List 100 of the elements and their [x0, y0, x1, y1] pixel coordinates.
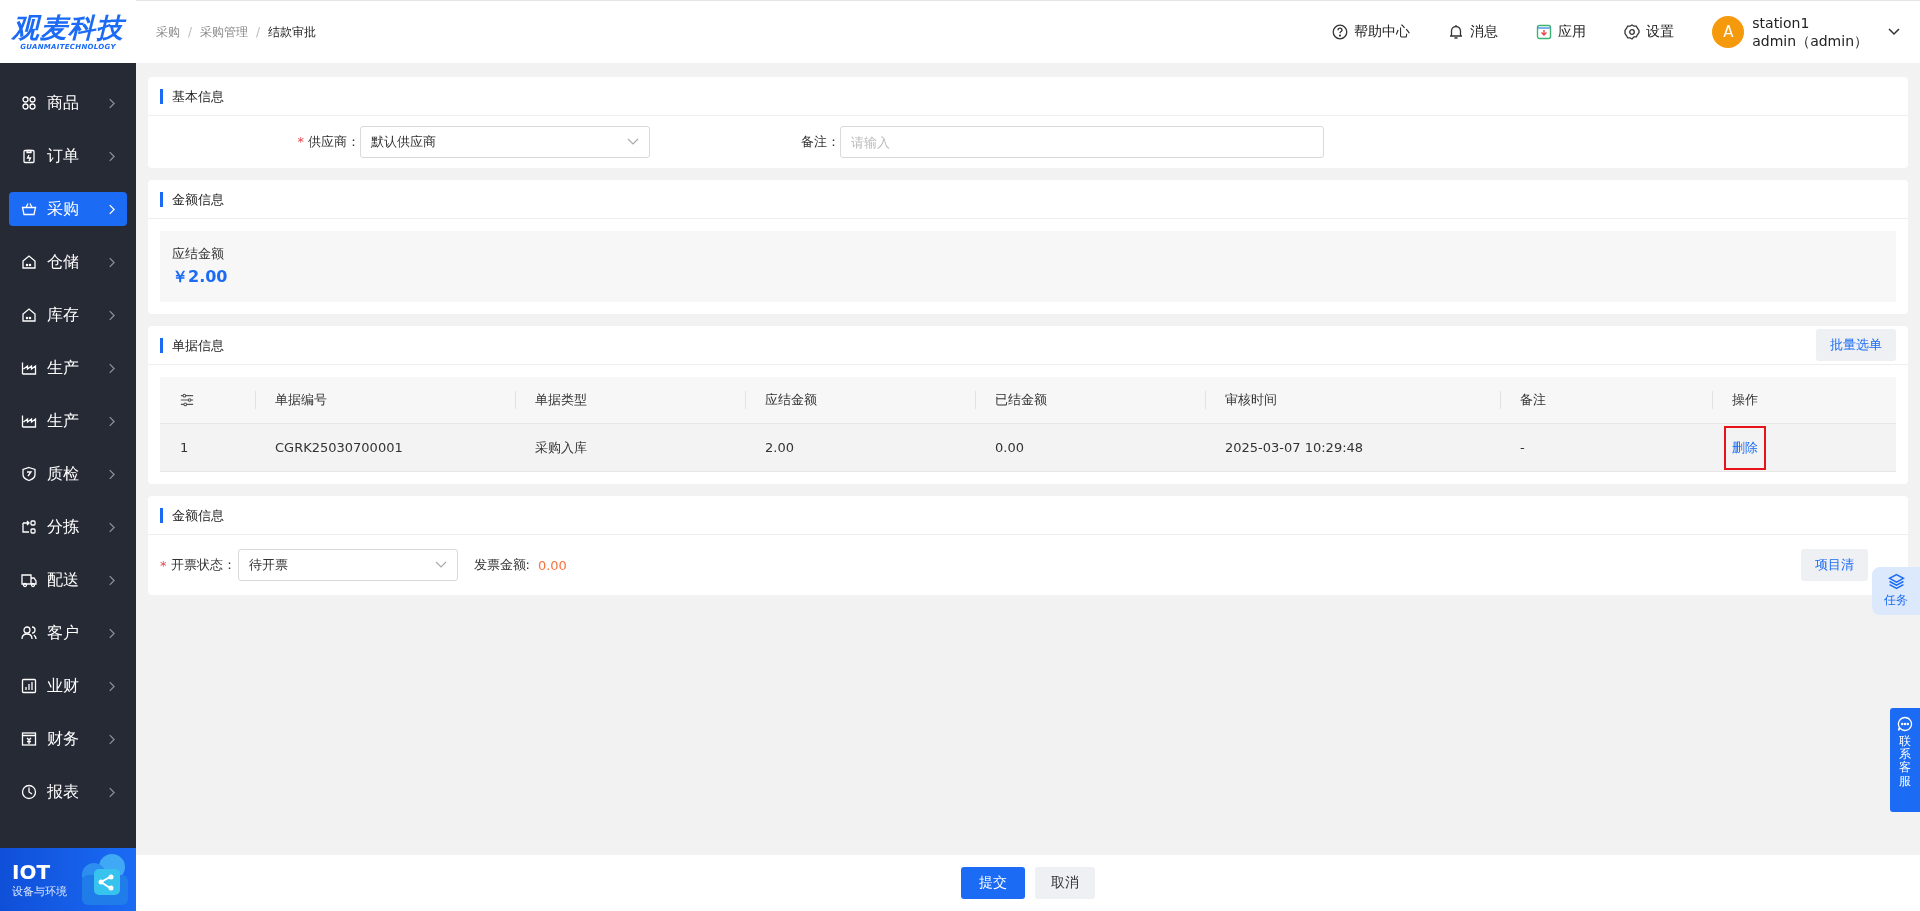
factory-icon — [21, 360, 37, 376]
chevron-right-icon — [108, 468, 115, 480]
sidebar-item[interactable]: 报表 — [9, 775, 127, 809]
download-icon — [1536, 24, 1553, 40]
table-cell: 采购入库 — [535, 438, 587, 457]
customer-service-button[interactable]: 联系客服 — [1890, 708, 1920, 812]
section-title: 基本信息 — [160, 88, 224, 104]
chevron-right-icon — [108, 415, 115, 427]
chevron-right-icon — [108, 256, 115, 268]
task-button[interactable]: 任务 — [1872, 567, 1920, 615]
chevron-right-icon — [108, 309, 115, 321]
amount-value: ￥2.00 — [172, 267, 229, 288]
remark-input[interactable]: 请输入 — [840, 126, 1324, 158]
sidebar-item[interactable]: 财务 — [9, 722, 127, 756]
basket-icon — [21, 201, 37, 217]
chevron-down-icon — [434, 561, 447, 569]
section-title: 金额信息 — [160, 191, 224, 207]
chevron-down-icon — [627, 138, 639, 146]
banner-title: IOT — [12, 860, 52, 884]
chevron-right-icon — [108, 203, 115, 215]
column-header: 应结金额 — [765, 391, 817, 409]
chevron-right-icon — [108, 362, 115, 374]
sidebar-item[interactable]: 库存 — [9, 298, 127, 332]
column-header: 操作 — [1732, 391, 1758, 409]
breadcrumb-separator: / — [256, 25, 261, 39]
invoice-amount: 0.00 — [537, 557, 567, 573]
table-cell: - — [1520, 440, 1525, 455]
header-link[interactable]: 应用 — [1536, 23, 1587, 41]
required-mark: * — [160, 557, 167, 573]
sidebar-item[interactable]: 质检 — [9, 457, 127, 491]
user-name: admin（admin） — [1752, 32, 1868, 50]
column-settings-icon[interactable] — [180, 393, 194, 407]
table-cell: CGRK25030700001 — [275, 440, 403, 455]
delete-link[interactable]: 删除 — [1724, 425, 1766, 470]
users-icon — [21, 625, 37, 641]
sidebar-item[interactable]: 采购 — [9, 192, 127, 226]
settings-icon — [1624, 24, 1641, 40]
sidebar-item[interactable]: 商品 — [9, 86, 127, 120]
help-icon — [1332, 24, 1349, 40]
chevron-right-icon — [108, 786, 115, 798]
breadcrumb-item: 结款审批 — [268, 23, 317, 41]
required-mark: * — [297, 134, 304, 149]
chevron-right-icon — [108, 150, 115, 162]
chevron-right-icon — [108, 680, 115, 692]
sidebar-item[interactable]: 客户 — [9, 616, 127, 650]
field-label: 发票金额: — [473, 556, 530, 574]
chevron-right-icon — [108, 627, 115, 639]
cancel-button[interactable]: 取消 — [1035, 867, 1095, 899]
layers-icon — [1887, 573, 1905, 590]
header-link[interactable]: 设置 — [1624, 23, 1675, 41]
chevron-right-icon — [108, 733, 115, 745]
house-icon — [21, 307, 37, 323]
sidebar-item[interactable]: 配送 — [9, 563, 127, 597]
sidebar-item[interactable]: 业财 — [9, 669, 127, 703]
column-header: 单据编号 — [275, 391, 327, 409]
clipboard-icon — [21, 148, 37, 164]
batch-select-button[interactable]: 批量选单 — [1816, 329, 1896, 361]
chart-icon — [21, 678, 37, 694]
factory-icon — [21, 413, 37, 429]
sidebar-item[interactable]: 仓储 — [9, 245, 127, 279]
breadcrumb-item[interactable]: 采购管理 — [200, 23, 249, 41]
breadcrumb-separator: / — [188, 25, 193, 39]
sidebar-item[interactable]: 生产 — [9, 404, 127, 438]
chevron-right-icon — [108, 97, 115, 109]
table-cell: 2.00 — [765, 440, 794, 455]
project-list-button[interactable]: 项目清 — [1801, 549, 1868, 581]
banner-subtitle: 设备与环境 — [12, 884, 68, 899]
money-icon — [21, 731, 37, 747]
chevron-right-icon — [108, 574, 115, 586]
invoice-status-select[interactable]: 待开票 — [237, 549, 458, 581]
field-label: 备注： — [801, 134, 840, 149]
station-name: station1 — [1752, 14, 1811, 32]
house-icon — [21, 254, 37, 270]
column-header: 备注 — [1520, 391, 1546, 409]
sidebar-item[interactable]: 订单 — [9, 139, 127, 173]
field-label: 供应商： — [308, 134, 360, 149]
sidebar-item[interactable]: 生产 — [9, 351, 127, 385]
header-link[interactable]: 消息 — [1448, 23, 1499, 41]
chevron-right-icon — [108, 521, 115, 533]
amount-label: 应结金额 — [172, 245, 225, 263]
iot-banner[interactable]: IOT 设备与环境 — [0, 848, 136, 911]
submit-button[interactable]: 提交 — [961, 867, 1025, 899]
supplier-select[interactable]: 默认供应商 — [360, 126, 650, 158]
table-cell: 0.00 — [995, 440, 1024, 455]
truck-icon — [21, 572, 37, 588]
header-link[interactable]: 帮助中心 — [1332, 23, 1411, 41]
chevron-down-icon[interactable] — [1888, 28, 1900, 36]
section-title: 金额信息 — [160, 507, 224, 523]
table-cell: 2025-03-07 10:29:48 — [1225, 440, 1364, 455]
shield-icon — [21, 466, 37, 482]
column-header: 已结金额 — [995, 391, 1047, 409]
split-icon — [21, 519, 37, 535]
column-header: 单据类型 — [535, 391, 587, 409]
sidebar-item[interactable]: 分拣 — [9, 510, 127, 544]
section-title: 单据信息 — [160, 337, 224, 353]
chat-icon — [1897, 716, 1913, 732]
clock-icon — [21, 784, 37, 800]
table-cell: 1 — [180, 440, 189, 455]
column-header: 审核时间 — [1225, 391, 1277, 409]
breadcrumb-item[interactable]: 采购 — [156, 23, 180, 41]
